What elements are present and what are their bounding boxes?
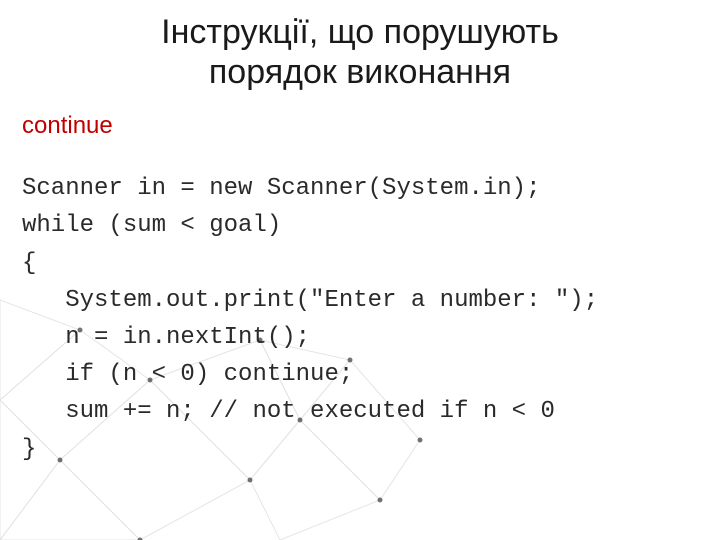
code-line: Scanner in = new Scanner(System.in); [22, 175, 540, 202]
code-line: while (sum < goal) [22, 212, 281, 239]
code-line: sum += n; // not executed if n < 0 [22, 398, 555, 425]
slide-content: Інструкції, що порушують порядок виконан… [0, 0, 720, 540]
code-line: { [22, 250, 36, 277]
code-line: if (n < 0) continue; [22, 361, 353, 388]
title-line-1: Інструкції, що порушують [161, 13, 559, 51]
code-block: Scanner in = new Scanner(System.in); whi… [22, 170, 698, 468]
code-line: n = in.nextInt(); [22, 324, 310, 351]
slide-title: Інструкції, що порушують порядок виконан… [22, 12, 698, 92]
code-line: } [22, 436, 36, 463]
title-line-2: порядок виконання [209, 53, 511, 91]
keyword-label: continue [22, 112, 698, 140]
code-line: System.out.print("Enter a number: "); [22, 287, 598, 314]
